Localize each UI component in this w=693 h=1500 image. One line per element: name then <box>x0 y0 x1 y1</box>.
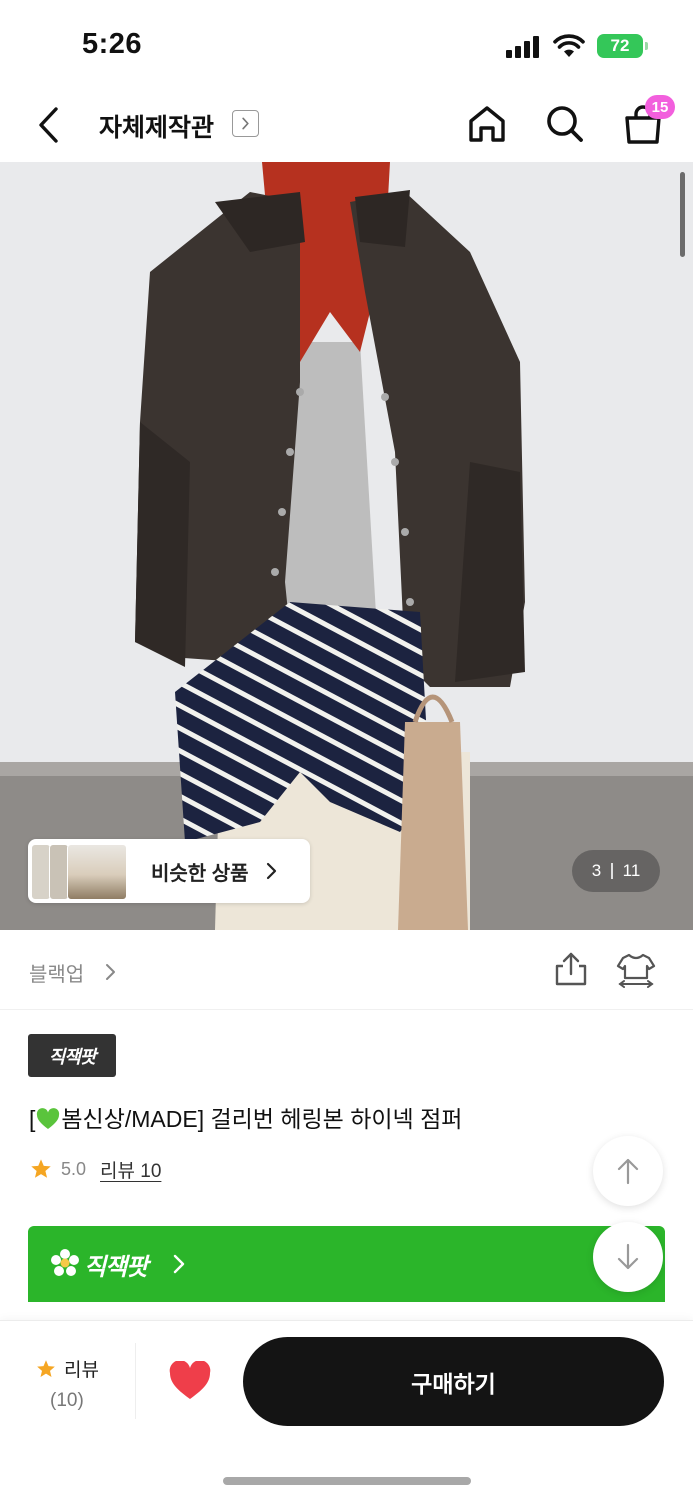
wifi-icon <box>553 34 585 57</box>
buy-button[interactable]: 구매하기 <box>243 1337 664 1426</box>
image-total: 11 <box>622 861 641 880</box>
promo-badge: 직잭팟 <box>28 1034 116 1077</box>
back-icon[interactable] <box>30 104 70 146</box>
review-summary-label: 리뷰 <box>64 1360 99 1381</box>
chevron-right-icon <box>266 862 276 880</box>
product-photo <box>0 162 693 930</box>
status-time: 5:26 <box>82 28 143 60</box>
counter-separator <box>611 863 613 879</box>
similar-products-button[interactable]: 비슷한 상품 <box>28 839 310 903</box>
cart-count-badge: 15 <box>645 95 675 119</box>
similar-thumbnail <box>49 844 69 900</box>
category-row: 블랙업 <box>0 930 693 1010</box>
rating-row: 5.0 리뷰 10 <box>30 1156 161 1182</box>
scroll-to-top-button[interactable] <box>593 1136 663 1206</box>
arrow-down-icon <box>617 1243 639 1270</box>
shop-title[interactable]: 자체제작관 <box>99 108 214 144</box>
review-summary-top: 리뷰 <box>36 1355 116 1382</box>
share-icon[interactable] <box>553 950 589 988</box>
flower-icon <box>51 1249 79 1276</box>
status-bar: 5:26 72 <box>0 0 693 90</box>
similar-products-label: 비슷한 상품 <box>151 862 249 885</box>
image-counter: 3 11 <box>572 850 660 892</box>
home-icon[interactable] <box>465 102 509 146</box>
scroll-indicator <box>680 172 685 257</box>
chevron-right-icon <box>173 1254 185 1274</box>
size-guide-icon[interactable] <box>615 952 657 988</box>
similar-thumbnails <box>31 842 131 900</box>
product-title-prefix: [ <box>29 1106 36 1132</box>
chevron-right-icon[interactable] <box>104 962 118 982</box>
product-title-main: 봄신상/MADE] 걸리번 헤링본 하이넥 점퍼 <box>61 1106 463 1132</box>
star-icon <box>37 1359 55 1377</box>
product-image-gallery[interactable]: 비슷한 상품 3 11 <box>0 162 693 930</box>
divider <box>135 1343 136 1419</box>
category-link[interactable]: 블랙업 <box>29 958 84 987</box>
battery-indicator: 72 <box>597 34 648 58</box>
similar-thumbnail <box>31 844 51 900</box>
promo-banner[interactable]: 직잭팟 <box>28 1226 665 1302</box>
review-link[interactable]: 리뷰 10 <box>100 1156 161 1183</box>
green-heart-icon <box>37 1108 60 1129</box>
similar-thumbnail <box>67 844 127 900</box>
cellular-signal-icon <box>506 36 540 58</box>
review-summary-button[interactable]: 리뷰 (10) <box>36 1355 116 1412</box>
top-navigation: 자체제작관 15 <box>0 90 693 162</box>
rating-value: 5.0 <box>61 1158 87 1179</box>
search-icon[interactable] <box>543 102 587 146</box>
review-summary-count: (10) <box>50 1390 84 1411</box>
chevron-right-icon[interactable] <box>232 110 259 137</box>
promo-banner-label: 직잭팟 <box>84 1254 148 1281</box>
star-icon <box>31 1159 51 1178</box>
bottom-action-bar: 리뷰 (10) 구매하기 <box>0 1320 693 1500</box>
heart-icon[interactable] <box>168 1361 212 1401</box>
scroll-to-bottom-button[interactable] <box>593 1222 663 1292</box>
battery-level: 72 <box>610 36 630 55</box>
home-indicator <box>223 1477 471 1485</box>
image-current-index: 3 <box>591 861 602 880</box>
arrow-up-icon <box>617 1158 639 1185</box>
product-title: [ 봄신상/MADE] 걸리번 헤링본 하이넥 점퍼 <box>29 1100 462 1134</box>
